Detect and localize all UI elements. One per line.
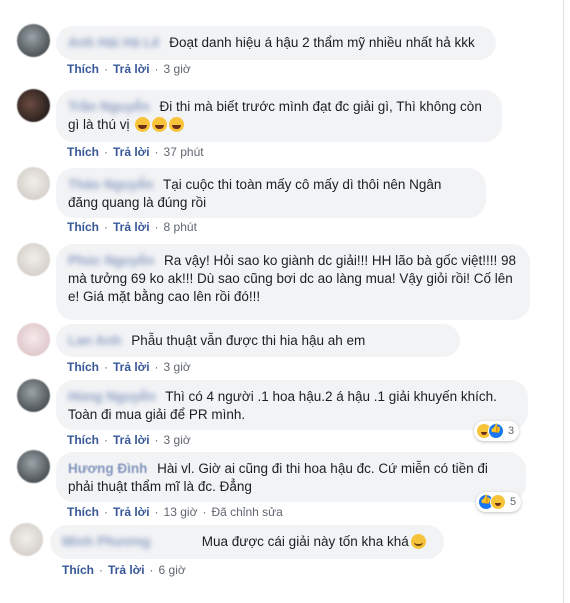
commenter-name[interactable]: Phúc Nguyễn <box>68 252 154 270</box>
smile-emoji <box>410 534 426 549</box>
like-link[interactable]: Thích <box>67 62 99 76</box>
like-link[interactable]: Thích <box>67 220 99 234</box>
reply-link[interactable]: Trả lời <box>113 145 150 159</box>
comment-bubble: Anh Hải Hà Lê Đoạt danh hiệu á hậu 2 thẩ… <box>56 26 496 60</box>
comment-actions: Thích · Trả lời · 3 giờ <box>67 360 191 374</box>
like-icon <box>488 423 504 439</box>
avatar[interactable] <box>17 167 50 200</box>
comment-bubble: Hùng Nguyễn Thì có 4 người .1 hoa hậu.2 … <box>56 380 528 430</box>
like-link[interactable]: Thích <box>67 360 99 374</box>
comment-actions: Thích · Trả lời · 3 giờ <box>67 62 191 76</box>
commenter-name[interactable]: Minh Phương <box>62 533 192 551</box>
comment-text: Phẫu thuật vẫn được thi hia hậu ah em <box>131 333 366 348</box>
comment-text: Đoạt danh hiệu á hậu 2 thẩm mỹ nhiều nhấ… <box>169 35 475 50</box>
avatar[interactable] <box>17 24 50 57</box>
reply-link[interactable]: Trả lời <box>113 505 150 519</box>
comment-bubble: Thảo Nguyễn Tại cuộc thi toàn mấy cô mấy… <box>56 168 486 218</box>
timestamp[interactable]: 3 giờ <box>164 433 191 447</box>
commenter-name[interactable]: Anh Hải Hà Lê <box>68 34 160 52</box>
haha-icon <box>490 494 506 510</box>
comment-actions: Thích · Trả lời · 13 giờ · Đã chỉnh sửa <box>67 505 283 519</box>
avatar[interactable] <box>17 379 50 412</box>
avatar[interactable] <box>17 243 50 276</box>
commenter-name[interactable]: Lan Anh <box>68 332 122 350</box>
reply-link[interactable]: Trả lời <box>113 433 150 447</box>
comment-actions: Thích · Trả lời · 6 giờ <box>62 563 186 577</box>
comment-bubble: Phúc Nguyễn Ra vậy! Hỏi sao ko giành dc … <box>56 244 530 320</box>
reaction-summary[interactable]: 5 <box>476 492 522 512</box>
like-link[interactable]: Thích <box>67 505 99 519</box>
comment-text: Mua được cái giải này tốn kha khá <box>201 534 409 549</box>
comment-bubble: Hương Đình Hài vl. Giờ ai cũng đi thi ho… <box>56 452 526 502</box>
avatar[interactable] <box>10 523 43 556</box>
avatar[interactable] <box>17 89 50 122</box>
commenter-name[interactable]: Hương Đình <box>68 460 147 478</box>
timestamp[interactable]: 3 giờ <box>164 62 191 76</box>
haha-emoji <box>169 117 185 132</box>
comment-actions: Thích · Trả lời · 3 giờ <box>67 433 191 447</box>
like-link[interactable]: Thích <box>67 433 99 447</box>
avatar[interactable] <box>17 450 50 483</box>
comment-bubble: Minh Phương Mua được cái giải này tốn kh… <box>50 525 444 559</box>
comment-bubble: Trần Nguyễn Đi thi mà biết trước mình đạ… <box>56 90 502 142</box>
comment-actions: Thích · Trả lời · 8 phút <box>67 220 197 234</box>
timestamp[interactable]: 6 giờ <box>159 563 186 577</box>
reaction-count: 5 <box>510 496 517 508</box>
like-link[interactable]: Thích <box>67 145 99 159</box>
haha-emoji <box>135 117 151 132</box>
reply-link[interactable]: Trả lời <box>113 360 150 374</box>
comment-bubble: Lan Anh Phẫu thuật vẫn được thi hia hậu … <box>56 324 460 357</box>
commenter-name[interactable]: Hùng Nguyễn <box>68 388 156 406</box>
timestamp[interactable]: 8 phút <box>164 220 197 234</box>
timestamp[interactable]: 13 giờ <box>164 505 198 519</box>
right-border <box>563 0 564 603</box>
commenter-name[interactable]: Thảo Nguyễn <box>68 176 154 194</box>
reaction-count: 3 <box>508 425 515 437</box>
edited-label[interactable]: Đã chỉnh sửa <box>211 505 282 519</box>
haha-emoji <box>152 117 168 132</box>
avatar[interactable] <box>17 323 50 356</box>
reply-link[interactable]: Trả lời <box>113 62 150 76</box>
timestamp[interactable]: 37 phút <box>164 145 204 159</box>
like-link[interactable]: Thích <box>62 563 94 577</box>
reply-link[interactable]: Trả lời <box>108 563 145 577</box>
reaction-summary[interactable]: 3 <box>474 421 520 441</box>
commenter-name[interactable]: Trần Nguyễn <box>68 98 150 116</box>
comment-actions: Thích · Trả lời · 37 phút <box>67 145 204 159</box>
timestamp[interactable]: 3 giờ <box>164 360 191 374</box>
reply-link[interactable]: Trả lời <box>113 220 150 234</box>
